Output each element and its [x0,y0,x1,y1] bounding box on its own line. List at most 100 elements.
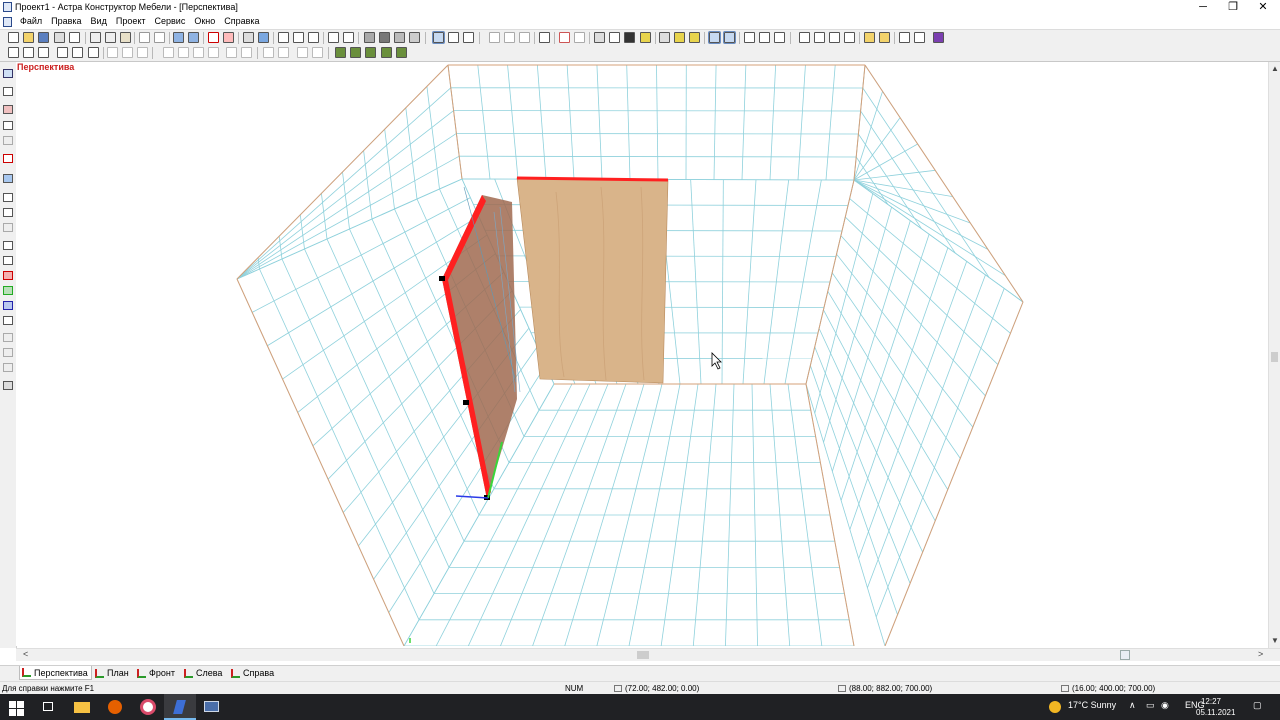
tab-right[interactable]: Справа [231,668,274,678]
menu-window[interactable]: Окно [194,16,215,26]
firefox-icon[interactable] [106,698,124,716]
cross-icon[interactable] [574,32,585,43]
group-yellow-icon[interactable] [674,32,685,43]
dimension-icon[interactable] [258,32,269,43]
pointer-icon[interactable] [3,69,13,78]
tab-perspective[interactable]: Перспектива [19,666,92,680]
layout-icon-4[interactable] [57,47,68,58]
spacing-icon-3[interactable] [297,47,308,58]
group-icon[interactable] [659,32,670,43]
weather-sun-icon[interactable] [1046,698,1064,716]
scroll-right-icon[interactable]: > [1258,649,1263,659]
file-explorer-icon[interactable] [73,698,91,716]
arrow-right-icon[interactable] [829,32,840,43]
select-mode-icon[interactable] [432,31,445,44]
tool-icon[interactable] [223,32,234,43]
cut-icon[interactable] [90,32,101,43]
sum-icon[interactable] [308,32,319,43]
zoom-out-icon[interactable] [504,32,515,43]
layout-icon-1[interactable] [8,47,19,58]
menu-service[interactable]: Сервис [155,16,186,26]
layout-icon-6[interactable] [88,47,99,58]
render-shade-icon[interactable] [379,32,390,43]
insert-icon[interactable] [3,174,13,183]
align-icon-2[interactable] [759,32,770,43]
scroll-up-icon[interactable]: ▲ [1271,64,1279,73]
scene-canvas[interactable] [16,62,1268,646]
material-icon[interactable] [188,32,199,43]
settings-icon[interactable] [3,381,13,390]
spacing-icon-2[interactable] [278,47,289,58]
align-center-icon[interactable] [226,47,237,58]
arrow-down-icon[interactable] [799,32,810,43]
paste-icon[interactable] [120,32,131,43]
arrow-left-icon[interactable] [844,32,855,43]
save-icon[interactable] [38,32,49,43]
properties-icon[interactable] [173,32,184,43]
active-app-button[interactable] [164,694,196,720]
tray-network-icon[interactable]: ◉ [1161,700,1169,711]
zoom-window-icon[interactable] [539,32,550,43]
horizontal-scrollbar[interactable]: < > [16,648,1280,661]
align-top-icon[interactable] [163,47,174,58]
perspective-viewport[interactable]: Перспектива [16,62,1268,646]
distribute-icon-3[interactable] [137,47,148,58]
render-wire-icon[interactable] [364,32,375,43]
layout-icon-3[interactable] [38,47,49,58]
notifications-icon[interactable]: ▢ [1253,700,1262,711]
redo-icon[interactable] [154,32,165,43]
open-icon[interactable] [23,32,34,43]
document-icon[interactable] [3,17,12,27]
new-icon[interactable] [8,32,19,43]
spacing-icon-4[interactable] [312,47,323,58]
copy-icon[interactable] [105,32,116,43]
layer-icon-2[interactable] [879,32,890,43]
box-icon[interactable] [343,32,354,43]
cube-icon[interactable] [594,32,605,43]
cut-green-icon[interactable] [3,286,13,295]
menu-project[interactable]: Проект [116,16,146,26]
eraser-icon[interactable] [3,136,13,145]
distribute-icon-2[interactable] [122,47,133,58]
place-icon-2[interactable] [350,47,361,58]
scroll-left-icon[interactable]: < [23,649,28,659]
link-icon-2[interactable] [723,31,736,44]
align-icon-3[interactable] [774,32,785,43]
panel-icon[interactable] [3,105,13,114]
weather-text[interactable]: 17°C Sunny [1068,700,1116,710]
stack-icon[interactable] [3,193,13,202]
zoom-in-icon[interactable] [519,32,530,43]
grid-icon[interactable] [243,32,254,43]
restore-button[interactable]: ❐ [1216,0,1250,15]
align-left-icon[interactable] [208,47,219,58]
spacing-icon-1[interactable] [263,47,274,58]
vertical-scrollbar[interactable]: ▲ ▼ [1268,62,1280,648]
group-yellow-icon-2[interactable] [689,32,700,43]
hscroll-thumb[interactable] [637,651,649,659]
print-preview-icon[interactable] [69,32,80,43]
pencil-icon[interactable] [3,223,13,232]
mirror-icon-1[interactable] [3,333,13,342]
zoom-all-icon[interactable] [489,32,500,43]
chat-app-icon[interactable] [139,698,157,716]
menu-edit[interactable]: Правка [51,16,81,26]
align-middle-icon[interactable] [178,47,189,58]
tab-front[interactable]: Фронт [137,668,175,678]
frame-icon[interactable] [328,32,339,43]
tray-device-icon[interactable]: ▭ [1146,700,1155,711]
layer-icon[interactable] [864,32,875,43]
link-icon[interactable] [708,31,721,44]
hash-icon[interactable] [293,32,304,43]
delete-icon[interactable] [3,154,13,163]
close-button[interactable]: ✕ [1246,0,1280,15]
flip-icon[interactable] [3,316,13,325]
remote-desktop-icon[interactable] [203,698,221,716]
cube-solid-icon[interactable] [624,32,635,43]
menu-help[interactable]: Справка [224,16,259,26]
undo-icon[interactable] [139,32,150,43]
layout-icon-2[interactable] [23,47,34,58]
draw-icon[interactable] [3,87,13,96]
table-icon-2[interactable] [914,32,925,43]
layout-icon-5[interactable] [72,47,83,58]
arrow-up-icon[interactable] [814,32,825,43]
